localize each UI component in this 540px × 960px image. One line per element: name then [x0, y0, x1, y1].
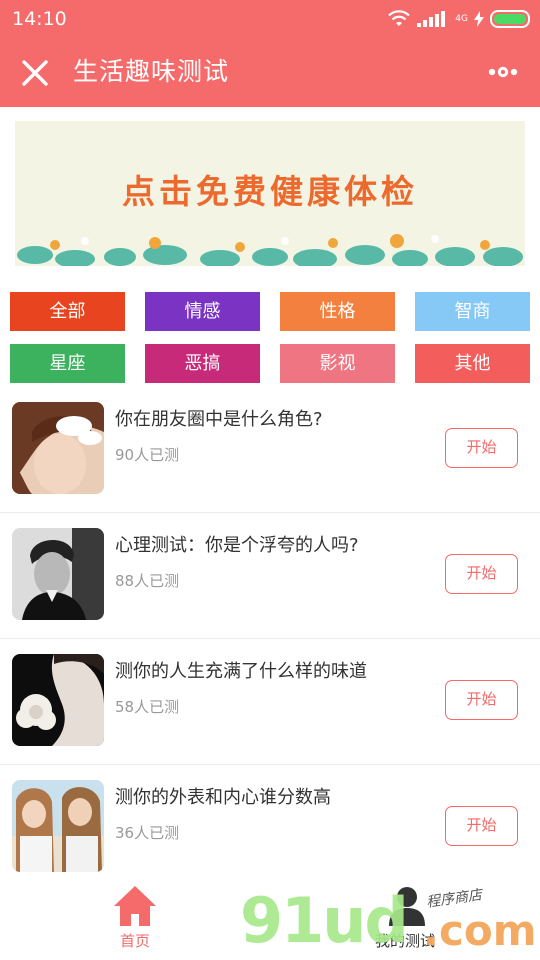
flower-decoration [17, 234, 523, 266]
category-iq-button[interactable]: 智商 [415, 292, 530, 331]
list-item[interactable]: 心理测试：你是个浮夸的人吗? 88人已测 开始 [0, 513, 540, 639]
test-title: 心理测试：你是个浮夸的人吗? [115, 535, 359, 556]
tab-my-tests[interactable]: 我的测试 [315, 876, 495, 960]
start-button[interactable]: 开始 [445, 680, 518, 720]
list-item[interactable]: 你在朋友圈中是什么角色? 90人已测 开始 [0, 387, 540, 513]
category-personality-button[interactable]: 性格 [280, 292, 395, 331]
health-check-banner[interactable]: 点击免费健康体检 [15, 121, 525, 266]
tab-my-tests-label: 我的测试 [374, 932, 435, 950]
test-count: 90人已测 [115, 446, 180, 464]
category-emotion-button[interactable]: 情感 [145, 292, 260, 331]
test-thumbnail [12, 780, 104, 872]
test-thumbnail [12, 528, 104, 620]
status-bar: 14:10 4G [0, 0, 540, 38]
test-thumbnail [12, 654, 104, 746]
wifi-icon [388, 10, 411, 26]
battery-level [494, 14, 526, 24]
start-button[interactable]: 开始 [445, 806, 518, 846]
test-thumbnail [12, 402, 104, 494]
more-dots-icon[interactable] [486, 60, 520, 84]
category-other-button[interactable]: 其他 [415, 344, 530, 383]
category-horoscope-button[interactable]: 星座 [10, 344, 125, 383]
app-header: 生活趣味测试 [0, 38, 540, 107]
home-icon [114, 886, 156, 926]
close-icon[interactable] [18, 56, 52, 90]
bottom-tab-bar: 首页 我的测试 [0, 876, 540, 960]
test-count: 36人已测 [115, 824, 180, 842]
test-count: 88人已测 [115, 572, 180, 590]
user-icon [389, 887, 425, 926]
top-bar: 14:10 4G 生活趣味测试 [0, 0, 540, 107]
banner-text: 点击免费健康体检 [122, 172, 418, 211]
page-title: 生活趣味测试 [73, 57, 230, 86]
battery-icon [490, 10, 530, 28]
charging-icon [474, 11, 484, 27]
start-button[interactable]: 开始 [445, 428, 518, 468]
signal-icon [417, 11, 446, 27]
test-title: 你在朋友圈中是什么角色? [115, 409, 323, 430]
category-grid: 全部 情感 性格 智商 星座 恶搞 影视 其他 [10, 292, 530, 384]
status-time: 14:10 [12, 8, 67, 30]
test-count: 58人已测 [115, 698, 180, 716]
list-item[interactable]: 测你的人生充满了什么样的味道 58人已测 开始 [0, 639, 540, 765]
test-title: 测你的外表和内心谁分数高 [115, 787, 331, 808]
category-funny-button[interactable]: 恶搞 [145, 344, 260, 383]
list-item[interactable]: 测你的外表和内心谁分数高 36人已测 开始 [0, 765, 540, 891]
category-movie-button[interactable]: 影视 [280, 344, 395, 383]
start-button[interactable]: 开始 [445, 554, 518, 594]
test-title: 测你的人生充满了什么样的味道 [115, 661, 367, 682]
category-all-button[interactable]: 全部 [10, 292, 125, 331]
status-icons: 4G [387, 8, 530, 30]
tab-home[interactable]: 首页 [45, 876, 225, 960]
tab-home-label: 首页 [119, 932, 150, 950]
network-type-label: 4G [455, 14, 468, 24]
